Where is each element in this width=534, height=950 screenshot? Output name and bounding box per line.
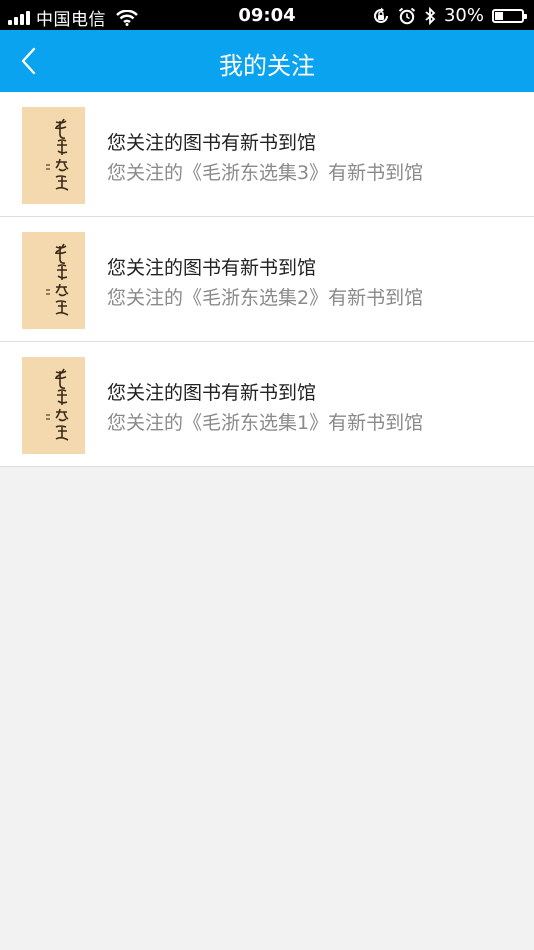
status-right: 30% <box>372 5 527 26</box>
item-subtitle: 您关注的《毛浙东选集3》有新书到馆 <box>107 162 424 184</box>
page-title: 我的关注 <box>219 52 315 80</box>
book-cover <box>22 232 85 329</box>
item-title: 您关注的图书有新书到馆 <box>107 382 317 404</box>
nav-bar: 我的关注 <box>0 30 534 92</box>
list-item[interactable]: 您关注的图书有新书到馆 您关注的《毛浙东选集1》有新书到馆 <box>0 342 534 467</box>
item-title: 您关注的图书有新书到馆 <box>107 132 317 154</box>
alarm-icon <box>398 7 416 24</box>
battery-percent: 30% <box>443 5 484 26</box>
book-cover <box>22 357 85 454</box>
status-bar: 中国电信 09:04 30% <box>0 0 534 30</box>
list-item[interactable]: 您关注的图书有新书到馆 您关注的《毛浙东选集3》有新书到馆 <box>0 92 534 217</box>
list-item[interactable]: 您关注的图书有新书到馆 您关注的《毛浙东选集2》有新书到馆 <box>0 217 534 342</box>
book-cover-calligraphy <box>46 368 69 441</box>
item-subtitle: 您关注的《毛浙东选集2》有新书到馆 <box>107 287 424 309</box>
book-cover-calligraphy <box>46 118 69 191</box>
item-subtitle: 您关注的《毛浙东选集1》有新书到馆 <box>107 412 424 434</box>
battery-icon <box>492 8 527 23</box>
bluetooth-icon <box>425 6 436 25</box>
item-title: 您关注的图书有新书到馆 <box>107 257 317 279</box>
battery-fill <box>495 11 503 20</box>
book-cover <box>22 107 85 204</box>
rotation-lock-icon <box>374 7 388 23</box>
book-cover-calligraphy <box>46 243 69 316</box>
notification-list: 您关注的图书有新书到馆 您关注的《毛浙东选集3》有新书到馆 您关注的图书有新书到… <box>0 92 534 467</box>
